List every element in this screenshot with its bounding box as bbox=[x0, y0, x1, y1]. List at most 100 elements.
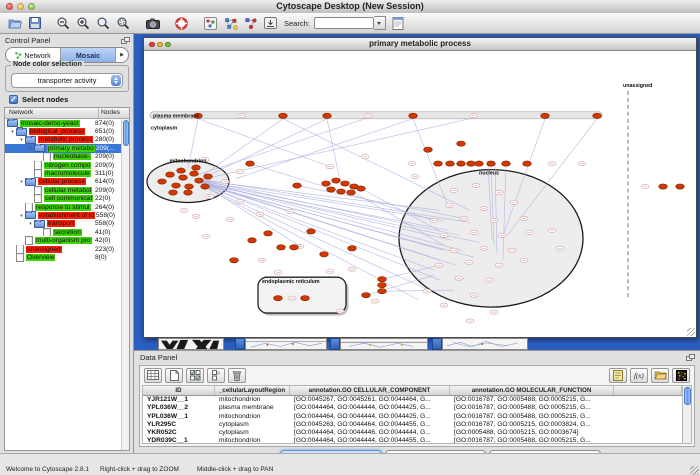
network-node[interactable] bbox=[378, 277, 387, 282]
network-node[interactable] bbox=[446, 161, 455, 166]
tab-network[interactable]: Network bbox=[6, 48, 61, 62]
open-file-icon[interactable] bbox=[6, 15, 23, 32]
network-node[interactable] bbox=[307, 229, 316, 234]
network-node[interactable] bbox=[169, 190, 178, 195]
window-resize-grip[interactable] bbox=[687, 328, 695, 336]
annotation-icon[interactable] bbox=[262, 15, 279, 32]
network-node[interactable] bbox=[475, 161, 484, 166]
network-minimize-button[interactable] bbox=[157, 42, 163, 48]
network-node[interactable] bbox=[246, 161, 255, 166]
network-node[interactable] bbox=[502, 161, 511, 166]
attribute-editor-icon[interactable] bbox=[390, 15, 407, 32]
network-node[interactable] bbox=[347, 190, 356, 195]
network-window-titlebar[interactable]: primary metabolic process bbox=[144, 38, 696, 51]
network-node[interactable] bbox=[264, 231, 273, 236]
tree-row[interactable]: macromolecule311(0) bbox=[5, 169, 122, 177]
network-node[interactable] bbox=[341, 181, 350, 186]
node-color-dropdown[interactable]: transporter activity bbox=[11, 73, 123, 88]
tab-overflow-arrow[interactable]: ▶ bbox=[116, 48, 128, 62]
network-node[interactable] bbox=[179, 175, 188, 180]
vizmapper-icon[interactable] bbox=[202, 15, 219, 32]
network-node[interactable] bbox=[185, 184, 194, 189]
table-row[interactable]: YKR052Ccytoplasm[GO:0044464, GO:0044446,… bbox=[143, 429, 682, 437]
network-node[interactable] bbox=[523, 161, 532, 166]
attribute-list-icon[interactable] bbox=[609, 368, 627, 383]
network-node[interactable] bbox=[320, 252, 329, 257]
network-node[interactable] bbox=[201, 184, 210, 189]
network-node[interactable] bbox=[301, 296, 310, 301]
tree-row[interactable]: ▼metabolic process280(0) bbox=[5, 136, 122, 144]
network-node[interactable] bbox=[332, 178, 341, 183]
disclosure-triangle-icon[interactable]: ▼ bbox=[27, 221, 34, 226]
tree-row[interactable]: unassigned223(0) bbox=[5, 245, 122, 253]
new-attribute-icon[interactable] bbox=[165, 368, 183, 383]
table-row[interactable]: YJR121W__1mitochondrion[GO:0045267, GO:0… bbox=[143, 396, 682, 404]
network-node[interactable] bbox=[204, 174, 213, 179]
delete-attribute-icon[interactable] bbox=[228, 368, 246, 383]
tree-row[interactable]: nucleobase-209(0) bbox=[5, 153, 122, 161]
disclosure-triangle-icon[interactable]: ▼ bbox=[9, 129, 16, 134]
save-icon[interactable] bbox=[26, 15, 43, 32]
network-node[interactable] bbox=[277, 245, 286, 250]
float-panel-icon[interactable] bbox=[121, 37, 129, 44]
snapshot-icon[interactable] bbox=[144, 15, 161, 32]
tree-row[interactable]: ▼primary metabo209(... bbox=[5, 144, 122, 152]
network-node[interactable] bbox=[676, 184, 685, 189]
tree-row[interactable]: multi-organism pro42(0) bbox=[5, 236, 122, 244]
tree-row[interactable]: response to stimul264(0) bbox=[5, 203, 122, 211]
network-canvas[interactable]: plasma membranecytoplasmmitochondrionnuc… bbox=[144, 51, 696, 337]
tree-row[interactable]: ▼establishment of lo558(0) bbox=[5, 211, 122, 219]
network-node[interactable] bbox=[348, 246, 357, 251]
network-node[interactable] bbox=[593, 113, 602, 118]
table-row[interactable]: YPL036W__2plasma membrane[GO:0044464, GO… bbox=[143, 404, 682, 412]
tree-row[interactable]: secretion41(0) bbox=[5, 228, 122, 236]
zoom-in-icon[interactable] bbox=[75, 15, 92, 32]
network-node[interactable] bbox=[659, 184, 668, 189]
column-header[interactable]: annotation.GO MOLECULAR_FUNCTION bbox=[450, 386, 614, 395]
table-scrollbar-thumb[interactable] bbox=[684, 387, 691, 405]
help-icon[interactable] bbox=[173, 15, 190, 32]
table-row[interactable]: YDR039C__1mitochondrion[GO:0044464, GO:0… bbox=[143, 437, 682, 444]
search-dropdown-arrow[interactable] bbox=[374, 16, 386, 30]
import-attributes-icon[interactable] bbox=[651, 368, 669, 383]
tree-row[interactable]: cellular metabol209(0) bbox=[5, 186, 122, 194]
tree-column-network[interactable]: Network bbox=[5, 108, 99, 118]
network-window[interactable]: primary metabolic process plasma membran… bbox=[143, 37, 697, 338]
tree-row[interactable]: ▼biological_process651(0) bbox=[5, 127, 122, 135]
function-builder-icon[interactable]: f(x) bbox=[630, 368, 648, 383]
float-data-panel-icon[interactable] bbox=[686, 354, 694, 361]
table-scrollbar[interactable] bbox=[682, 385, 692, 444]
select-nodes-checkbox[interactable]: ✓ bbox=[9, 95, 18, 104]
search-input[interactable] bbox=[314, 17, 374, 29]
column-header[interactable]: _cellularLayoutRegion bbox=[215, 386, 290, 395]
network-close-button[interactable] bbox=[149, 42, 155, 48]
tree-row[interactable]: cell communicat22(0) bbox=[5, 195, 122, 203]
network-node[interactable] bbox=[290, 245, 299, 250]
network-node[interactable] bbox=[158, 179, 167, 184]
network-node[interactable] bbox=[172, 183, 181, 188]
disclosure-triangle-icon[interactable]: ▼ bbox=[27, 146, 34, 151]
network-node[interactable] bbox=[424, 147, 433, 152]
network-node[interactable] bbox=[192, 165, 201, 170]
tree-row[interactable]: ▼cellular process614(0) bbox=[5, 178, 122, 186]
tree-row[interactable]: ▼transport558(0) bbox=[5, 220, 122, 228]
unselect-attributes-icon[interactable] bbox=[207, 368, 225, 383]
network-node[interactable] bbox=[293, 183, 302, 188]
zoom-fit-icon[interactable] bbox=[95, 15, 112, 32]
tree-scrollbar[interactable] bbox=[121, 119, 129, 450]
table-row[interactable]: YLR295Ccytoplasm[GO:0045263, GO:0044464,… bbox=[143, 421, 682, 429]
network-node[interactable] bbox=[195, 178, 204, 183]
column-header[interactable]: ID bbox=[143, 386, 215, 395]
network-node[interactable] bbox=[184, 190, 193, 195]
network-node[interactable] bbox=[378, 289, 387, 294]
network-node[interactable] bbox=[457, 141, 466, 146]
disclosure-triangle-icon[interactable]: ▼ bbox=[18, 179, 25, 184]
network-node[interactable] bbox=[362, 293, 371, 298]
network-node[interactable] bbox=[357, 186, 366, 191]
network-node[interactable] bbox=[337, 189, 346, 194]
attribute-matrix-icon[interactable] bbox=[672, 368, 690, 383]
disclosure-triangle-icon[interactable]: ▼ bbox=[18, 213, 25, 218]
network-node[interactable] bbox=[166, 172, 175, 177]
tree-column-nodes[interactable]: Nodes bbox=[99, 108, 129, 118]
network-node[interactable] bbox=[457, 161, 466, 166]
